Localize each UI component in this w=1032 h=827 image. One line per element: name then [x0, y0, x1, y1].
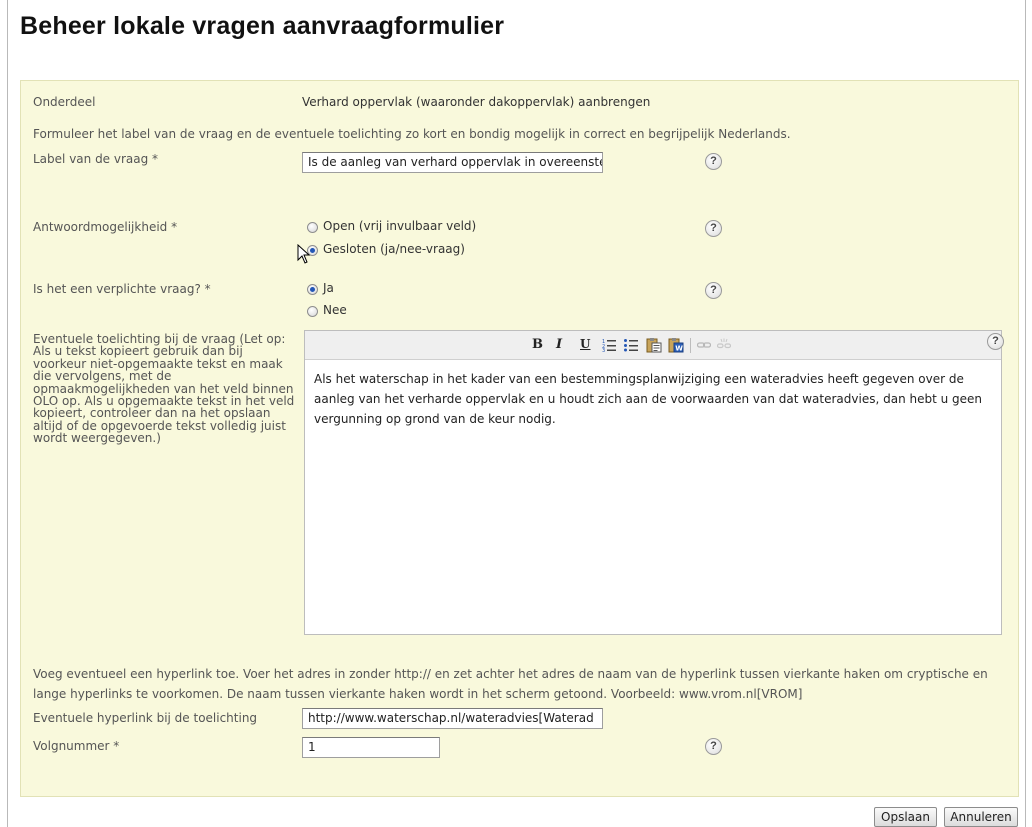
hyperlink-label: Eventuele hyperlink bij de toelichting — [33, 711, 258, 725]
verplicht-label: Is het een verplichte vraag? * — [33, 282, 211, 296]
antwoord-open-label[interactable]: Open (vrij invulbaar veld) — [323, 219, 476, 233]
toelichting-help-icon[interactable]: ? — [987, 333, 1004, 350]
bold-button[interactable]: B — [532, 337, 543, 352]
unlink-icon[interactable] — [717, 338, 731, 352]
italic-button[interactable]: I — [556, 337, 562, 352]
rich-text-editor[interactable]: B I U 1 2 3 W Als het waterschap in het … — [304, 330, 1002, 635]
antwoord-label: Antwoordmogelijkheid * — [33, 220, 178, 234]
vraag-label-help-icon[interactable]: ? — [705, 153, 722, 170]
volgnummer-input[interactable]: 1 — [302, 737, 440, 758]
svg-text:W: W — [675, 345, 683, 353]
svg-text:3: 3 — [602, 348, 605, 352]
toelichting-label: Eventuele toelichting bij de vraag (Let … — [33, 332, 295, 446]
underline-button[interactable]: U — [580, 337, 590, 351]
verplicht-ja-radio[interactable] — [307, 284, 318, 295]
editor-toolbar: B I U 1 2 3 W — [305, 331, 1001, 360]
link-icon[interactable] — [697, 338, 711, 352]
ordered-list-icon[interactable]: 1 2 3 — [602, 338, 616, 352]
save-button[interactable]: Opslaan — [874, 807, 937, 827]
instruction-text: Formuleer het label van de vraag en de e… — [33, 127, 791, 141]
paste-text-icon[interactable] — [646, 337, 662, 353]
unordered-list-icon[interactable] — [624, 338, 638, 352]
verplicht-nee-label[interactable]: Nee — [323, 303, 347, 317]
onderdeel-value: Verhard oppervlak (waaronder dakoppervla… — [302, 95, 651, 109]
vraag-label-label: Label van de vraag * — [33, 152, 159, 166]
antwoord-gesloten-label[interactable]: Gesloten (ja/nee-vraag) — [323, 242, 465, 256]
cancel-button[interactable]: Annuleren — [944, 807, 1018, 827]
toolbar-separator — [690, 338, 691, 353]
volgnummer-label: Volgnummer * — [33, 739, 120, 753]
paste-word-icon[interactable]: W — [668, 337, 684, 353]
page-title: Beheer lokale vragen aanvraagformulier — [20, 12, 505, 40]
volgnummer-help-icon[interactable]: ? — [705, 738, 722, 755]
antwoord-help-icon[interactable]: ? — [705, 220, 722, 237]
verplicht-help-icon[interactable]: ? — [705, 282, 722, 299]
verplicht-ja-label[interactable]: Ja — [323, 281, 334, 295]
hyperlink-input[interactable]: http://www.waterschap.nl/wateradvies[Wat… — [302, 708, 603, 729]
hyperlink-info-text: Voeg eventueel een hyperlink toe. Voer h… — [33, 667, 988, 701]
onderdeel-label: Onderdeel — [33, 95, 96, 109]
antwoord-open-radio[interactable] — [307, 222, 318, 233]
mouse-cursor-icon — [297, 244, 311, 264]
verplicht-nee-radio[interactable] — [307, 306, 318, 317]
vraag-label-input[interactable]: Is de aanleg van verhard oppervlak in ov… — [302, 152, 603, 173]
editor-content[interactable]: Als het waterschap in het kader van een … — [314, 369, 986, 429]
form-panel: Onderdeel Verhard oppervlak (waaronder d… — [20, 80, 1019, 797]
